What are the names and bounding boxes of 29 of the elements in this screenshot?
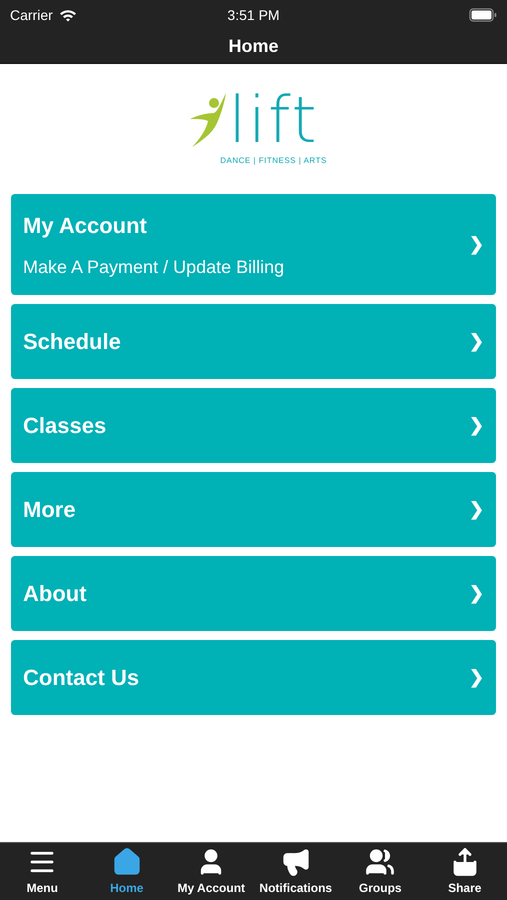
chevron-icon: ❯ bbox=[469, 412, 484, 439]
house-icon bbox=[112, 846, 142, 876]
carrier-text: Carrier bbox=[10, 6, 53, 24]
wifi-icon bbox=[58, 8, 77, 22]
logo-tagline: DANCE | FITNESS | ARTS bbox=[220, 155, 327, 167]
logo-wordmark: lift bbox=[228, 91, 319, 151]
page-title: Home bbox=[228, 35, 278, 58]
tab-item[interactable]: Notifications bbox=[254, 846, 338, 896]
tab-item[interactable]: My Account bbox=[169, 846, 254, 896]
card-title: Schedule bbox=[23, 328, 122, 356]
card-subtitle: Make A Payment / Update Billing bbox=[23, 256, 286, 279]
card-title: More bbox=[23, 496, 77, 524]
card-title: My Account bbox=[23, 212, 148, 240]
card-title: About bbox=[23, 580, 88, 608]
chevron-icon: ❯ bbox=[469, 231, 484, 258]
clock-text: 3:51 PM bbox=[227, 6, 280, 24]
chevron-icon: ❯ bbox=[469, 580, 484, 607]
card-title: Classes bbox=[23, 412, 108, 440]
chevron-icon: ❯ bbox=[469, 328, 484, 355]
tab-item[interactable]: Menu bbox=[0, 846, 84, 896]
tab-item[interactable]: Home bbox=[84, 846, 169, 896]
battery-icon bbox=[469, 8, 497, 22]
chevron-icon: ❯ bbox=[469, 664, 484, 691]
card-title: Contact Us bbox=[23, 664, 140, 692]
megaphone-icon bbox=[280, 846, 311, 876]
chevron-icon: ❯ bbox=[469, 496, 484, 523]
tab-item[interactable]: Groups bbox=[338, 846, 422, 896]
group-icon bbox=[365, 846, 396, 876]
tab-item[interactable]: Share bbox=[422, 846, 507, 896]
